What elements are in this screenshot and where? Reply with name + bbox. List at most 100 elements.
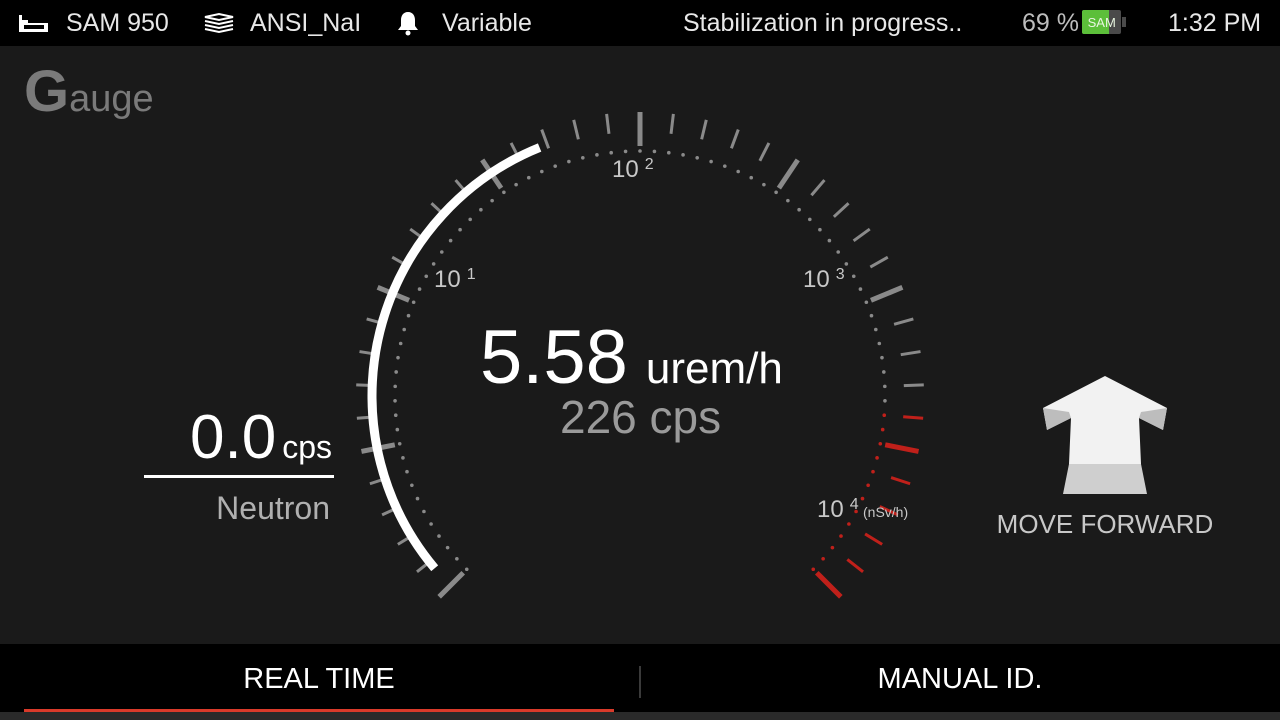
scale-label-10-1: 10 1	[434, 266, 476, 293]
scale-dot	[880, 427, 885, 432]
battery-label: SAM	[1087, 14, 1116, 30]
scale-dot	[439, 250, 444, 254]
scale-dot	[567, 159, 571, 164]
scale-dot	[514, 182, 518, 187]
scale-dot	[871, 469, 875, 474]
scale-label-10-4: 10 4	[817, 496, 859, 523]
scale-dot	[864, 300, 869, 305]
tab-manual-id[interactable]: MANUAL ID.	[665, 644, 1255, 714]
scale-dot	[875, 456, 879, 460]
bottom-strip	[0, 712, 1280, 720]
minor-tick	[903, 383, 924, 388]
minor-tick	[729, 129, 740, 149]
scale-dot	[393, 399, 397, 403]
alarm-mode-indicator[interactable]: Variable	[396, 0, 532, 46]
scale-dot	[595, 153, 599, 157]
major-tick	[437, 571, 465, 599]
minor-tick	[572, 119, 580, 140]
neutron-label: Neutron	[216, 490, 330, 526]
scale-dot	[827, 238, 832, 243]
scale-dot	[411, 300, 416, 305]
scale-dot	[869, 313, 874, 318]
scale-dot	[874, 327, 878, 332]
minor-tick	[700, 119, 708, 140]
neutron-divider	[144, 475, 334, 478]
minor-tick	[869, 255, 889, 269]
library-indicator[interactable]: ANSI_NaI	[202, 0, 361, 46]
scale-dot	[415, 496, 420, 501]
direction-indicator: MOVE FORWARD	[980, 372, 1230, 540]
scale-dot	[490, 198, 494, 203]
scale-dot	[458, 227, 462, 232]
dose-rate-value: 5.58	[480, 315, 628, 400]
bell-icon	[396, 10, 420, 36]
scale-dot	[774, 190, 778, 195]
library-icon	[202, 11, 236, 35]
arrow-up-icon	[1043, 376, 1167, 494]
dose-rate-reading: 5.58 urem/h	[480, 314, 783, 401]
minor-tick	[669, 113, 675, 135]
status-message-text: Stabilization in progress..	[683, 8, 963, 37]
scale-dot	[393, 413, 398, 418]
scale-dot	[429, 522, 433, 526]
neutron-readout: 0.0 cps Neutron	[144, 402, 334, 527]
scale-dot	[821, 556, 825, 561]
scale-dot	[396, 355, 400, 360]
status-bar: SAM 950 ANSI_NaI Variable Stabilization …	[0, 0, 1280, 46]
scale-dot	[609, 150, 614, 155]
count-rate: 226 cps	[560, 391, 722, 443]
scale-dot	[830, 545, 835, 550]
neutron-unit: cps	[282, 429, 332, 465]
minor-tick	[758, 142, 771, 162]
alarm-tick	[815, 571, 843, 599]
scale-dot	[880, 355, 884, 360]
scale-dot	[405, 469, 409, 474]
scale-dot	[468, 217, 472, 222]
minor-tick	[810, 179, 826, 197]
minor-tick	[832, 202, 850, 218]
scale-dot	[866, 483, 870, 488]
scale-dot	[410, 483, 414, 488]
major-tick	[870, 285, 904, 303]
scale-dot	[417, 287, 422, 291]
alarm-tick	[890, 476, 911, 486]
device-indicator[interactable]: SAM 950	[16, 0, 169, 46]
tab-manual-id-label: MANUAL ID.	[877, 662, 1043, 695]
scale-dot	[851, 274, 856, 279]
scale-dot	[393, 384, 397, 389]
tab-real-time-label: REAL TIME	[243, 662, 395, 695]
minor-tick	[540, 129, 551, 149]
tab-divider	[639, 666, 641, 698]
scale-dot	[526, 175, 531, 180]
minor-tick	[605, 113, 611, 135]
detector-icon	[16, 11, 52, 35]
scale-dot	[464, 567, 469, 572]
scale-dot	[448, 238, 453, 243]
scale-dot	[836, 250, 841, 254]
alarm-mode: Variable	[442, 8, 532, 37]
scale-dot	[398, 341, 403, 346]
scale-dot	[882, 413, 887, 418]
scale-dot	[479, 207, 483, 212]
scale-dot	[553, 164, 558, 168]
scale-dot	[652, 149, 657, 154]
scale-dot	[681, 153, 685, 157]
tab-real-time[interactable]: REAL TIME	[24, 644, 614, 714]
status-message: Stabilization in progress..	[683, 0, 962, 46]
major-tick	[776, 158, 800, 190]
scale-dot	[581, 155, 585, 160]
scale-unit: (nSv/h)	[863, 504, 908, 520]
scale-dot	[839, 534, 843, 538]
library-name: ANSI_NaI	[250, 8, 362, 37]
scale-dot	[424, 274, 429, 279]
neutron-value: 0.0	[190, 403, 277, 472]
scale-dot	[844, 262, 849, 266]
scale-dot	[394, 370, 398, 374]
alarm-tick	[846, 558, 864, 574]
scale-dot	[786, 198, 790, 203]
scale-dot	[709, 159, 713, 164]
scale-dot	[858, 287, 863, 291]
scale-dot	[437, 534, 441, 538]
minor-tick	[900, 350, 921, 357]
scale-dot	[808, 217, 812, 222]
